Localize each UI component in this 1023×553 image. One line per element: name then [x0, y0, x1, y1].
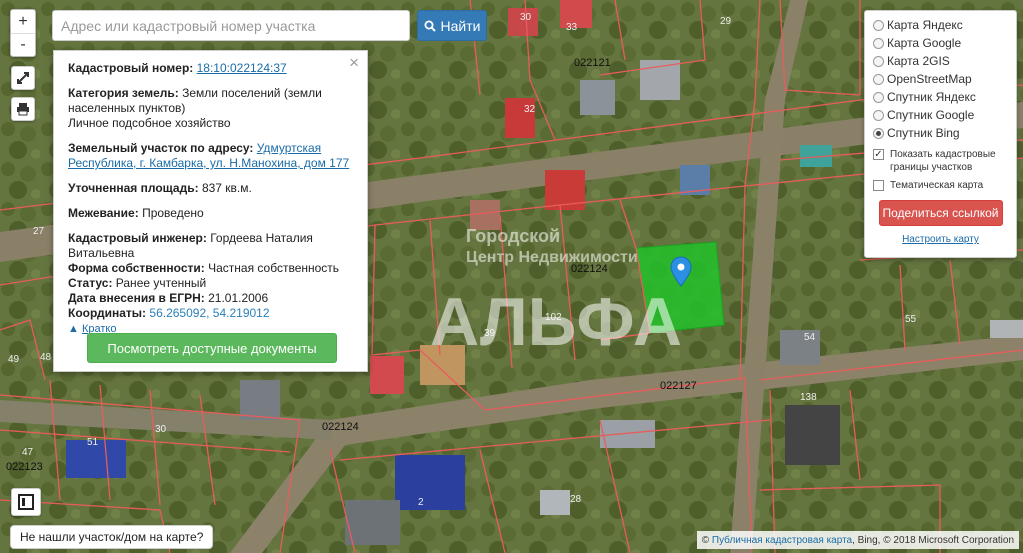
- parcel-info-panel: × Кадастровый номер: 18:10:022124:37 Кат…: [53, 50, 368, 372]
- layer-option[interactable]: OpenStreetMap: [873, 70, 1008, 88]
- zoom-control: + -: [10, 9, 36, 57]
- svg-text:32: 32: [524, 104, 536, 115]
- svg-text:022124: 022124: [322, 421, 359, 433]
- svg-text:49: 49: [8, 354, 20, 365]
- base-layer-list: Карта Яндекс Карта Google Карта 2GIS OpenSt…: [873, 16, 1008, 142]
- svg-text:АЛЬФА: АЛЬФА: [430, 284, 682, 360]
- ownership-value: Частная собственность: [208, 261, 340, 275]
- fullscreen-icon: [17, 72, 29, 84]
- egrn-date-label: Дата внесения в ЕГРН:: [68, 291, 205, 305]
- svg-text:022121: 022121: [574, 57, 611, 69]
- svg-text:30: 30: [155, 424, 167, 435]
- cadastral-number-link[interactable]: 18:10:022124:37: [197, 61, 287, 75]
- layers-toggle-icon: [18, 494, 34, 510]
- fullscreen-button[interactable]: [11, 66, 35, 90]
- layer-radio[interactable]: [873, 73, 884, 85]
- show-boundaries-label: Показать кадастровые границы участков: [890, 149, 996, 173]
- zoom-out-button[interactable]: -: [11, 33, 35, 56]
- layer-option[interactable]: Спутник Яндекс: [873, 88, 1008, 106]
- share-link-button[interactable]: Поделиться ссылкой: [878, 200, 1003, 226]
- status-value: Ранее учтенный: [115, 276, 207, 290]
- svg-text:28: 28: [570, 494, 582, 505]
- layer-option-label: Карта Google: [887, 36, 962, 50]
- show-boundaries-checkbox[interactable]: ✓: [873, 149, 884, 160]
- svg-text:55: 55: [905, 314, 917, 325]
- layer-radio[interactable]: [873, 37, 884, 49]
- svg-text:27: 27: [33, 226, 45, 237]
- show-boundaries-checkbox-row[interactable]: ✓ Показать кадастровые границы участков: [873, 148, 1008, 174]
- layer-option-label: OpenStreetMap: [887, 72, 972, 86]
- survey-value: Проведено: [142, 206, 204, 220]
- cadastral-label: Кадастровый номер:: [68, 61, 194, 75]
- area-value: 837 кв.м.: [201, 181, 252, 195]
- ownership-label: Форма собственности:: [68, 261, 205, 275]
- svg-text:30: 30: [520, 12, 532, 23]
- layers-toggle-button[interactable]: [11, 488, 41, 516]
- permitted-use-value: Личное подсобное хозяйство: [68, 116, 231, 130]
- layer-radio[interactable]: [873, 19, 884, 31]
- svg-text:47: 47: [22, 447, 34, 458]
- attrib-prefix: ©: [701, 534, 710, 546]
- area-label: Уточненная площадь:: [68, 181, 199, 195]
- cadastral-map-link[interactable]: Публичная кадастровая карта: [712, 535, 852, 546]
- print-button[interactable]: [11, 97, 35, 121]
- search-button-label: Найти: [440, 17, 481, 34]
- layer-option-label: Карта 2GIS: [887, 54, 950, 68]
- view-documents-button[interactable]: Посмотреть доступные документы: [87, 333, 337, 363]
- svg-text:29: 29: [720, 16, 732, 27]
- category-label: Категория земель:: [68, 86, 179, 100]
- survey-label: Межевание:: [68, 206, 139, 220]
- caret-up-icon: ▲: [68, 323, 79, 335]
- engineer-label: Кадастровый инженер:: [68, 231, 207, 245]
- svg-text:Городской: Городской: [466, 226, 560, 246]
- coordinates-label: Координаты:: [68, 306, 147, 320]
- layer-option[interactable]: Спутник Bing: [873, 124, 1008, 142]
- thematic-map-label: Тематическая карта: [890, 180, 984, 191]
- search-input[interactable]: [52, 10, 410, 41]
- svg-text:51: 51: [87, 437, 99, 448]
- thematic-map-checkbox[interactable]: [873, 180, 884, 191]
- layer-option[interactable]: Карта Яндекс: [873, 16, 1008, 34]
- layer-radio[interactable]: [873, 109, 884, 121]
- layer-radio[interactable]: [873, 55, 884, 67]
- svg-text:Центр Недвижимости: Центр Недвижимости: [466, 249, 638, 266]
- layer-radio[interactable]: [873, 91, 884, 103]
- svg-text:022123: 022123: [6, 461, 43, 473]
- svg-text:022127: 022127: [660, 380, 697, 392]
- zoom-in-button[interactable]: +: [11, 10, 35, 33]
- search-icon: [424, 20, 436, 32]
- layer-option-label: Спутник Яндекс: [887, 90, 976, 104]
- egrn-date-value: 21.01.2006: [208, 291, 269, 305]
- layer-option-label: Карта Яндекс: [887, 18, 963, 32]
- svg-text:48: 48: [40, 352, 52, 363]
- not-found-button[interactable]: Не нашли участок/дом на карте?: [10, 525, 214, 549]
- layer-option[interactable]: Спутник Google: [873, 106, 1008, 124]
- svg-text:54: 54: [804, 332, 816, 343]
- attrib-suffix: , Bing, © 2018 Microsoft Corporation: [852, 534, 1014, 546]
- map-attribution: © Публичная кадастровая карта, Bing, © 2…: [696, 531, 1019, 549]
- layer-radio[interactable]: [873, 127, 884, 139]
- search-button[interactable]: Найти: [417, 10, 487, 41]
- layer-option[interactable]: Карта Google: [873, 34, 1008, 52]
- print-icon: [17, 103, 29, 116]
- close-icon[interactable]: ×: [349, 54, 359, 71]
- svg-text:138: 138: [800, 392, 817, 403]
- layer-option[interactable]: Карта 2GIS: [873, 52, 1008, 70]
- configure-map-link[interactable]: Настроить карту: [873, 234, 1008, 245]
- svg-text:33: 33: [566, 22, 578, 33]
- layer-option-label: Спутник Bing: [887, 126, 960, 140]
- status-label: Статус:: [68, 276, 113, 290]
- svg-text:2: 2: [418, 497, 424, 508]
- coordinates-value: 56.265092, 54.219012: [149, 306, 270, 320]
- layer-option-label: Спутник Google: [887, 108, 975, 122]
- address-label: Земельный участок по адресу:: [68, 141, 254, 155]
- thematic-map-checkbox-row[interactable]: Тематическая карта: [873, 179, 1008, 192]
- layer-switcher: Карта Яндекс Карта Google Карта 2GIS OpenSt…: [864, 10, 1017, 258]
